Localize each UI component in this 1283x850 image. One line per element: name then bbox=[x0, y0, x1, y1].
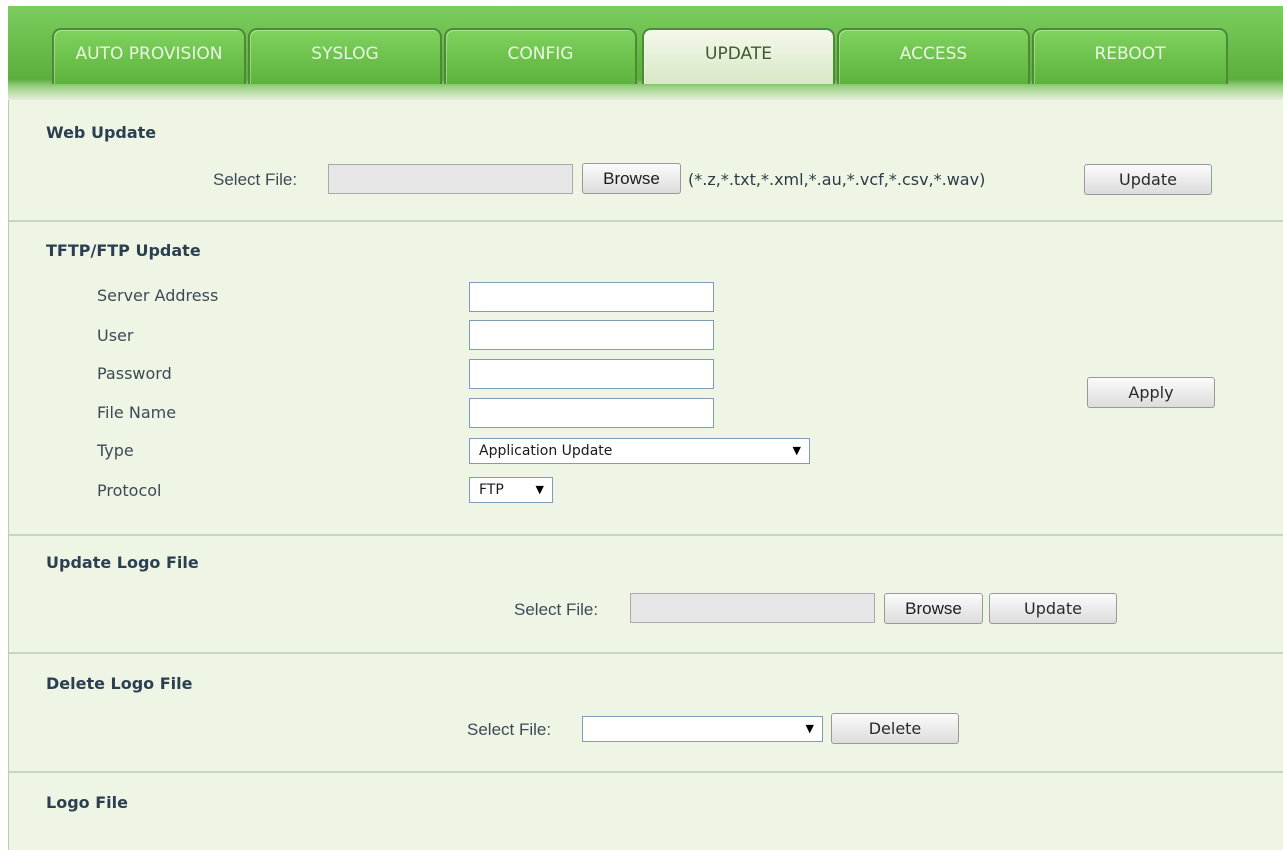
web-update-button[interactable]: Update bbox=[1084, 164, 1212, 195]
protocol-label: Protocol bbox=[97, 481, 162, 500]
file-name-input[interactable] bbox=[469, 398, 714, 428]
web-update-file-field[interactable] bbox=[328, 164, 573, 194]
tab-access[interactable]: ACCESS bbox=[837, 28, 1030, 84]
web-update-title: Web Update bbox=[46, 123, 157, 142]
divider bbox=[9, 534, 1283, 536]
web-update-browse-button[interactable]: Browse bbox=[582, 163, 681, 194]
chevron-down-icon: ▼ bbox=[535, 483, 544, 496]
type-select[interactable]: Application Update ▼ bbox=[469, 438, 810, 464]
user-input[interactable] bbox=[469, 320, 714, 350]
web-update-select-file-label: Select File: bbox=[213, 170, 298, 189]
tab-reboot[interactable]: REBOOT bbox=[1032, 28, 1228, 84]
user-label: User bbox=[97, 326, 134, 345]
password-label: Password bbox=[97, 364, 172, 383]
tftp-update-title: TFTP/FTP Update bbox=[46, 241, 201, 260]
logo-file-title: Logo File bbox=[46, 793, 128, 812]
server-address-input[interactable] bbox=[469, 282, 714, 312]
type-select-value: Application Update bbox=[479, 443, 613, 459]
update-logo-browse-button[interactable]: Browse bbox=[884, 593, 983, 624]
delete-logo-select-file-label: Select File: bbox=[467, 720, 552, 739]
update-logo-button[interactable]: Update bbox=[989, 593, 1117, 624]
tab-update[interactable]: UPDATE bbox=[642, 28, 835, 84]
tab-bar: AUTO PROVISION SYSLOG CONFIG UPDATE ACCE… bbox=[8, 6, 1283, 100]
delete-logo-select[interactable]: ▼ bbox=[582, 716, 823, 742]
update-logo-select-file-label: Select File: bbox=[514, 600, 599, 619]
delete-logo-title: Delete Logo File bbox=[46, 674, 193, 693]
divider bbox=[9, 771, 1283, 773]
chevron-down-icon: ▼ bbox=[792, 444, 801, 457]
protocol-select-value: FTP bbox=[479, 482, 504, 498]
protocol-select[interactable]: FTP ▼ bbox=[469, 477, 553, 503]
tab-auto-provision[interactable]: AUTO PROVISION bbox=[52, 28, 246, 84]
update-page: AUTO PROVISION SYSLOG CONFIG UPDATE ACCE… bbox=[0, 0, 1283, 850]
password-input[interactable] bbox=[469, 359, 714, 389]
apply-button[interactable]: Apply bbox=[1087, 377, 1215, 408]
file-extensions-hint: (*.z,*.txt,*.xml,*.au,*.vcf,*.csv,*.wav) bbox=[688, 170, 986, 189]
file-name-label: File Name bbox=[97, 403, 177, 422]
divider bbox=[9, 220, 1283, 222]
divider bbox=[9, 652, 1283, 654]
update-logo-title: Update Logo File bbox=[46, 553, 199, 572]
chevron-down-icon: ▼ bbox=[805, 722, 814, 735]
update-logo-file-field[interactable] bbox=[630, 593, 875, 623]
type-label: Type bbox=[97, 441, 134, 460]
server-address-label: Server Address bbox=[97, 286, 219, 305]
delete-logo-button[interactable]: Delete bbox=[831, 713, 959, 744]
tab-syslog[interactable]: SYSLOG bbox=[248, 28, 442, 84]
tab-config[interactable]: CONFIG bbox=[444, 28, 637, 84]
